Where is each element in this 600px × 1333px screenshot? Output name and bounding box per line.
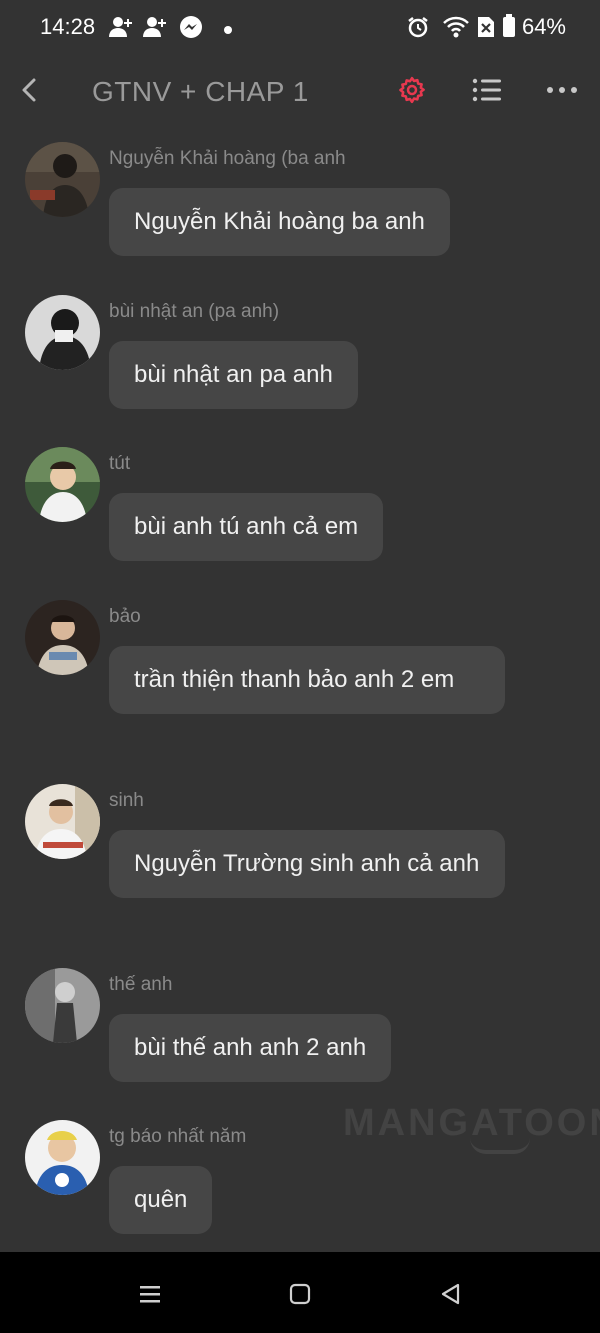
status-time: 14:28 — [40, 14, 96, 39]
back-button[interactable] — [14, 72, 50, 108]
chat-title: GTNV + CHAP 1 — [92, 76, 309, 107]
message-bubble[interactable]: bùi nhật an pa anh — [109, 341, 358, 409]
sender-name: tút — [109, 453, 131, 474]
gear-icon — [399, 76, 425, 104]
no-sim-icon — [476, 15, 496, 44]
battery-icon — [502, 14, 516, 43]
message-bubble[interactable]: bùi thế anh anh 2 anh — [109, 1014, 392, 1082]
recent-apps-button[interactable] — [130, 1274, 170, 1314]
sender-name: sinh — [109, 790, 144, 811]
avatar[interactable] — [25, 142, 100, 217]
chevron-left-icon — [22, 78, 36, 102]
sender-name: thế anh — [109, 974, 173, 995]
back-icon — [441, 1283, 460, 1305]
avatar[interactable] — [25, 447, 100, 522]
person-add-icon — [108, 16, 134, 43]
more-options-button[interactable] — [542, 70, 582, 110]
sender-name: bảo — [109, 606, 141, 627]
home-button[interactable] — [280, 1274, 320, 1314]
dot-icon — [223, 22, 233, 40]
avatar[interactable] — [25, 784, 100, 859]
message-bubble[interactable]: Nguyễn Trường sinh anh cả anh — [109, 830, 505, 898]
battery-percent: 64% — [521, 14, 566, 39]
message-list[interactable]: Nguyễn Khải hoàng (ba anh Nguyễn Khải ho… — [0, 140, 600, 1252]
avatar[interactable] — [25, 1120, 100, 1195]
list-button[interactable] — [467, 70, 507, 110]
list-icon — [472, 78, 501, 102]
avatar[interactable] — [25, 295, 100, 370]
sender-name: Nguyễn Khải hoàng (ba anh — [109, 148, 346, 169]
settings-button[interactable] — [392, 70, 432, 110]
more-horizontal-icon — [547, 87, 577, 93]
avatar[interactable] — [25, 600, 100, 675]
recent-apps-icon — [140, 1286, 160, 1303]
watermark-smile — [470, 1138, 530, 1154]
person-add-icon — [142, 16, 168, 43]
sender-name: tg báo nhất năm — [109, 1126, 247, 1147]
message-bubble[interactable]: bùi anh tú anh cả em — [109, 493, 384, 561]
avatar[interactable] — [25, 968, 100, 1043]
system-back-button[interactable] — [430, 1274, 470, 1314]
message-bubble[interactable]: trần thiện thanh bảo anh 2 em — [109, 646, 505, 714]
alarm-icon — [406, 15, 430, 44]
wifi-icon — [442, 15, 470, 44]
sender-name: bùi nhật an (pa anh) — [109, 301, 280, 322]
navigation-bar — [0, 1252, 600, 1333]
message-bubble[interactable]: quên — [109, 1166, 213, 1234]
status-bar: 14:28 64% — [0, 0, 600, 52]
home-icon — [289, 1283, 311, 1305]
chat-header: GTNV + CHAP 1 — [0, 56, 600, 126]
message-bubble[interactable]: Nguyễn Khải hoàng ba anh — [109, 188, 450, 256]
messenger-icon — [179, 15, 203, 44]
